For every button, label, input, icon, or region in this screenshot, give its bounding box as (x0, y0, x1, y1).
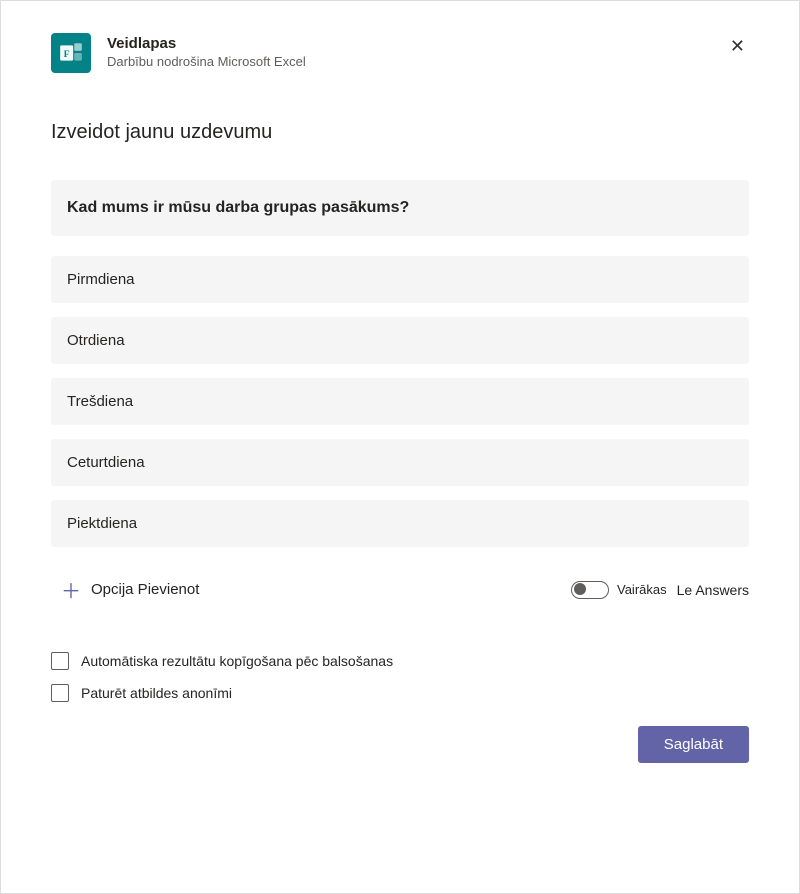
toggle-knob (574, 583, 586, 595)
add-option-label: Opcija Pievienot (91, 581, 199, 598)
page-title: Izveidot jaunu uzdevumu (51, 121, 749, 144)
question-input[interactable] (51, 180, 749, 236)
keep-anonymous-checkbox[interactable] (51, 684, 69, 702)
app-subtitle: Darbību nodrošina Microsoft Excel (107, 54, 710, 69)
toggle-label-1: Vairākas (617, 582, 667, 597)
add-option-button[interactable]: ＋ Opcija Pievienot (51, 571, 199, 608)
app-title: Veidlapas (107, 35, 710, 52)
plus-icon: ＋ (61, 575, 81, 604)
option-input-2[interactable] (51, 317, 749, 364)
close-button[interactable]: ✕ (726, 33, 749, 59)
multiple-answers-toggle-wrap: Vairākas Le Answers (571, 581, 749, 599)
auto-share-checkbox[interactable] (51, 652, 69, 670)
save-button[interactable]: Saglabāt (638, 726, 749, 763)
option-input-4[interactable] (51, 439, 749, 486)
forms-app-icon: F (51, 33, 91, 73)
dialog-header: F Veidlapas Darbību nodrošina Microsoft … (51, 33, 749, 73)
auto-share-label: Automātiska rezultātu kopīgošana pēc bal… (81, 653, 393, 669)
multiple-answers-toggle[interactable] (571, 581, 609, 599)
keep-anonymous-label: Paturēt atbildes anonīmi (81, 685, 232, 701)
option-input-1[interactable] (51, 256, 749, 303)
close-icon: ✕ (730, 36, 745, 56)
option-input-5[interactable] (51, 500, 749, 547)
option-input-3[interactable] (51, 378, 749, 425)
toggle-label-2: Le Answers (677, 582, 749, 598)
svg-text:F: F (64, 49, 70, 60)
